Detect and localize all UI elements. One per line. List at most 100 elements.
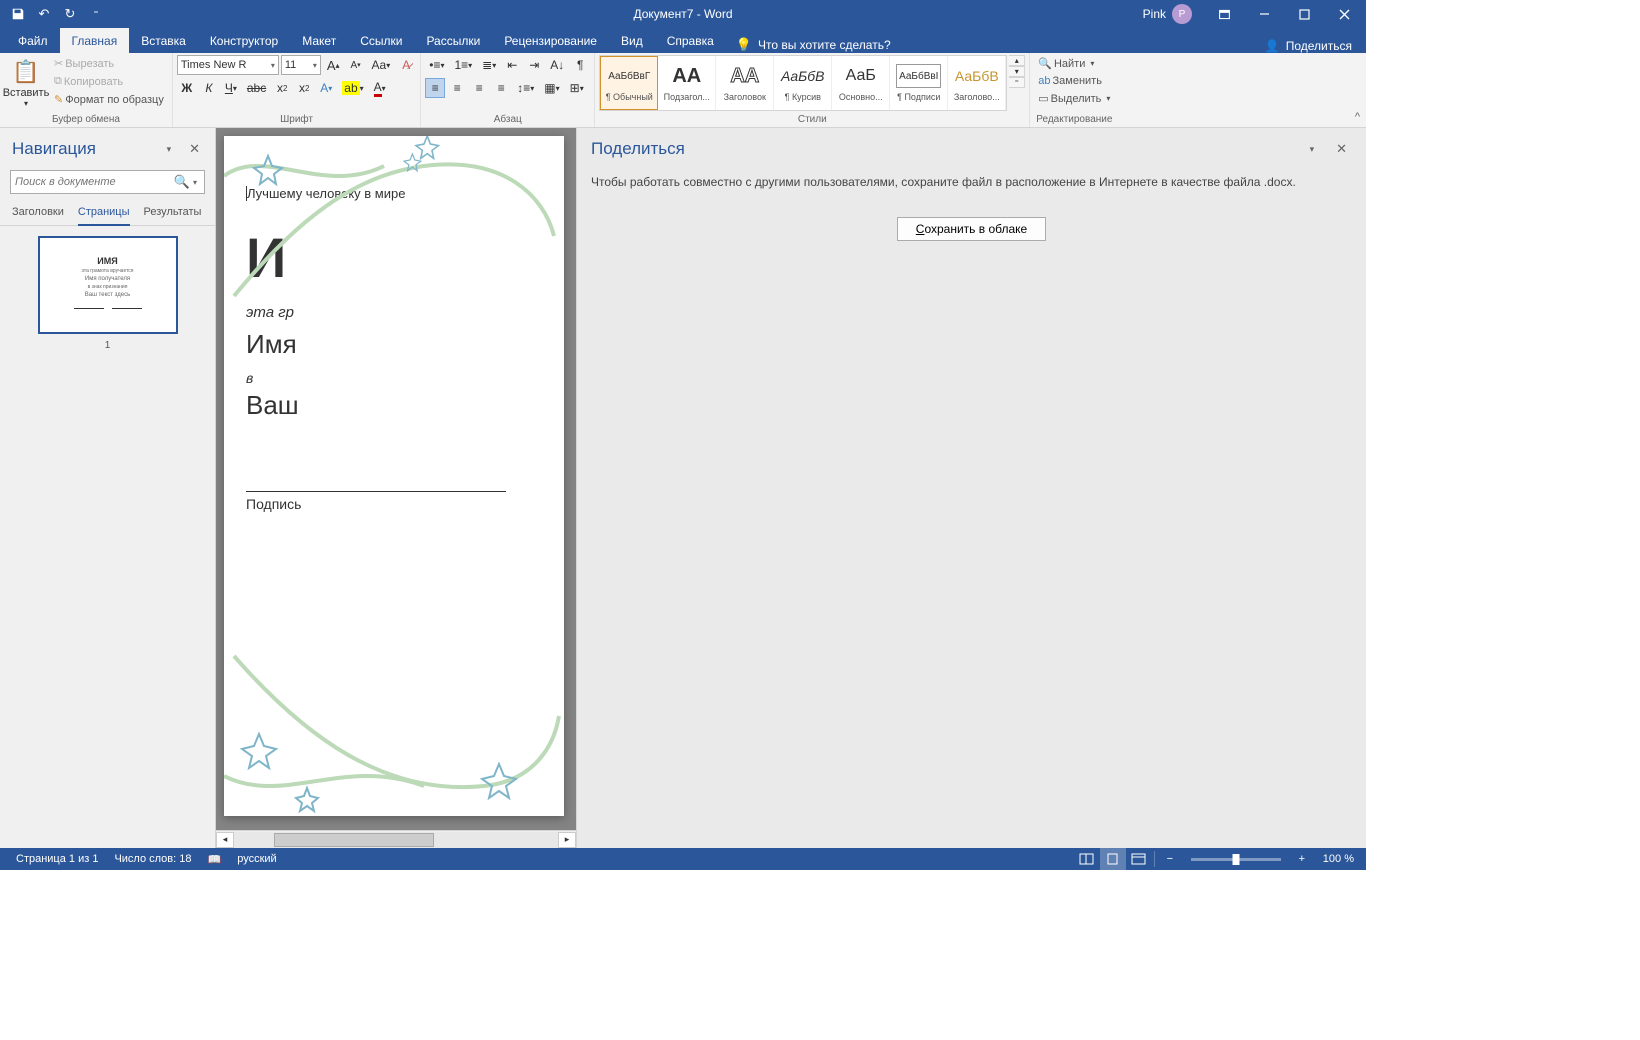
nav-tab-results[interactable]: Результаты: [144, 206, 202, 225]
view-web-layout[interactable]: [1126, 848, 1152, 870]
borders-button[interactable]: ⊞▾: [566, 78, 588, 98]
tab-help[interactable]: Справка: [655, 28, 726, 53]
bold-button[interactable]: Ж: [177, 78, 197, 98]
tab-insert[interactable]: Вставка: [129, 28, 198, 53]
increase-indent-button[interactable]: ⇥: [524, 55, 544, 75]
share-close-button[interactable]: ✕: [1331, 138, 1352, 160]
horizontal-scrollbar[interactable]: ◂ ▸: [216, 830, 576, 848]
strikethrough-button[interactable]: abc: [243, 78, 270, 98]
style-item[interactable]: АаБбВ¶ Курсив: [774, 56, 832, 110]
qat-customize-button[interactable]: ⁼: [84, 2, 108, 26]
collapse-ribbon-button[interactable]: ^: [1355, 111, 1360, 123]
zoom-slider[interactable]: [1191, 858, 1281, 861]
clear-formatting-button[interactable]: A̷: [396, 55, 416, 75]
scroll-track[interactable]: [234, 832, 558, 848]
justify-button[interactable]: ≡: [491, 78, 511, 98]
minimize-button[interactable]: [1246, 0, 1282, 28]
tab-mailings[interactable]: Рассылки: [414, 28, 492, 53]
italic-button[interactable]: К: [199, 78, 219, 98]
align-center-button[interactable]: ≡: [447, 78, 467, 98]
status-language[interactable]: русский: [229, 848, 284, 870]
shading-button[interactable]: ▦▾: [540, 78, 563, 98]
nav-tab-pages[interactable]: Страницы: [78, 206, 130, 226]
tab-references[interactable]: Ссылки: [348, 28, 414, 53]
replace-button[interactable]: abЗаменить: [1034, 73, 1106, 89]
align-right-button[interactable]: ≡: [469, 78, 489, 98]
tab-home[interactable]: Главная: [60, 28, 130, 53]
nav-close-button[interactable]: ✕: [184, 138, 205, 160]
font-color-button[interactable]: A▾: [370, 78, 390, 98]
select-button[interactable]: ▭Выделить▾: [1034, 90, 1114, 107]
chevron-down-icon[interactable]: ▾: [268, 61, 275, 70]
zoom-level[interactable]: 100 %: [1315, 848, 1358, 870]
share-options-button[interactable]: ▾: [1307, 141, 1318, 158]
doc-signature-label[interactable]: Подпись: [246, 496, 544, 512]
decrease-indent-button[interactable]: ⇤: [502, 55, 522, 75]
styles-expand[interactable]: ⁼: [1009, 77, 1025, 88]
view-read-mode[interactable]: [1074, 848, 1100, 870]
find-button[interactable]: 🔍Найти▾: [1034, 55, 1098, 72]
font-name-combo[interactable]: Times New R▾: [177, 55, 279, 75]
doc-text-line1[interactable]: Лучшему человеку в мире: [246, 186, 544, 201]
doc-text-it1[interactable]: эта гр: [246, 304, 544, 321]
underline-button[interactable]: Ч▾: [221, 78, 241, 98]
ribbon-display-options-button[interactable]: [1206, 0, 1242, 28]
account-button[interactable]: Pink P: [1143, 4, 1192, 24]
grow-font-button[interactable]: A▴: [323, 55, 344, 75]
tab-view[interactable]: Вид: [609, 28, 655, 53]
style-item[interactable]: ААПодзагол...: [658, 56, 716, 110]
scroll-left-button[interactable]: ◂: [216, 832, 234, 848]
copy-button[interactable]: ⧉Копировать: [50, 73, 168, 90]
document-scroll[interactable]: Лучшему человеку в мире И эта гр Имя в В…: [216, 128, 576, 830]
align-left-button[interactable]: ≡: [425, 78, 445, 98]
page-thumbnail[interactable]: ИМЯ эта грамота вручается Имя получателя…: [38, 236, 178, 334]
show-marks-button[interactable]: ¶: [570, 55, 590, 75]
style-item[interactable]: ААЗаголовок: [716, 56, 774, 110]
change-case-button[interactable]: Aa▾: [368, 55, 395, 75]
scroll-thumb[interactable]: [274, 833, 434, 847]
font-size-combo[interactable]: 11▾: [281, 55, 321, 75]
doc-text-med2[interactable]: Ваш: [246, 390, 544, 421]
tab-file[interactable]: Файл: [6, 28, 60, 53]
status-page[interactable]: Страница 1 из 1: [8, 848, 106, 870]
nav-options-button[interactable]: ▾: [164, 141, 175, 158]
zoom-in-button[interactable]: +: [1289, 848, 1315, 870]
style-item[interactable]: АаБбВЗаголово...: [948, 56, 1006, 110]
styles-scroll-down[interactable]: ▾: [1009, 66, 1025, 77]
tab-review[interactable]: Рецензирование: [492, 28, 609, 53]
scroll-right-button[interactable]: ▸: [558, 832, 576, 848]
nav-search[interactable]: 🔍 ▾: [10, 170, 205, 194]
chevron-down-icon[interactable]: ▾: [310, 61, 317, 70]
nav-search-input[interactable]: [15, 176, 174, 188]
close-button[interactable]: [1326, 0, 1362, 28]
share-button-top[interactable]: 👤 Поделиться: [1251, 39, 1366, 53]
document-page[interactable]: Лучшему человеку в мире И эта гр Имя в В…: [224, 136, 564, 816]
status-proofing[interactable]: 📖: [200, 848, 230, 870]
format-painter-button[interactable]: ✎Формат по образцу: [50, 91, 168, 108]
search-icon[interactable]: 🔍: [174, 174, 190, 190]
zoom-out-button[interactable]: −: [1157, 848, 1183, 870]
status-word-count[interactable]: Число слов: 18: [106, 848, 199, 870]
nav-search-options[interactable]: ▾: [190, 178, 200, 187]
multilevel-list-button[interactable]: ≣▾: [478, 55, 500, 75]
nav-tab-headings[interactable]: Заголовки: [12, 206, 64, 225]
numbering-button[interactable]: 1≡▾: [450, 55, 476, 75]
doc-text-med1[interactable]: Имя: [246, 329, 544, 360]
text-effects-button[interactable]: A▾: [316, 78, 336, 98]
style-item[interactable]: АаБОсновно...: [832, 56, 890, 110]
save-button[interactable]: [6, 2, 30, 26]
bullets-button[interactable]: •≡▾: [425, 55, 448, 75]
doc-text-big[interactable]: И: [246, 225, 544, 290]
style-item[interactable]: АаБбВвГ¶ Обычный: [600, 56, 658, 110]
highlight-button[interactable]: ab▾: [338, 78, 367, 98]
cut-button[interactable]: ✂Вырезать: [50, 55, 168, 72]
tab-design[interactable]: Конструктор: [198, 28, 290, 53]
tab-layout[interactable]: Макет: [290, 28, 348, 53]
style-item[interactable]: АаБбВвІ¶ Подписи: [890, 56, 948, 110]
undo-button[interactable]: ↶: [32, 2, 56, 26]
view-print-layout[interactable]: [1100, 848, 1126, 870]
shrink-font-button[interactable]: A▾: [346, 55, 366, 75]
styles-scroll-up[interactable]: ▴: [1009, 55, 1025, 66]
doc-text-it2[interactable]: в: [246, 370, 544, 386]
tell-me-search[interactable]: 💡 Что вы хотите сделать?: [726, 37, 901, 53]
